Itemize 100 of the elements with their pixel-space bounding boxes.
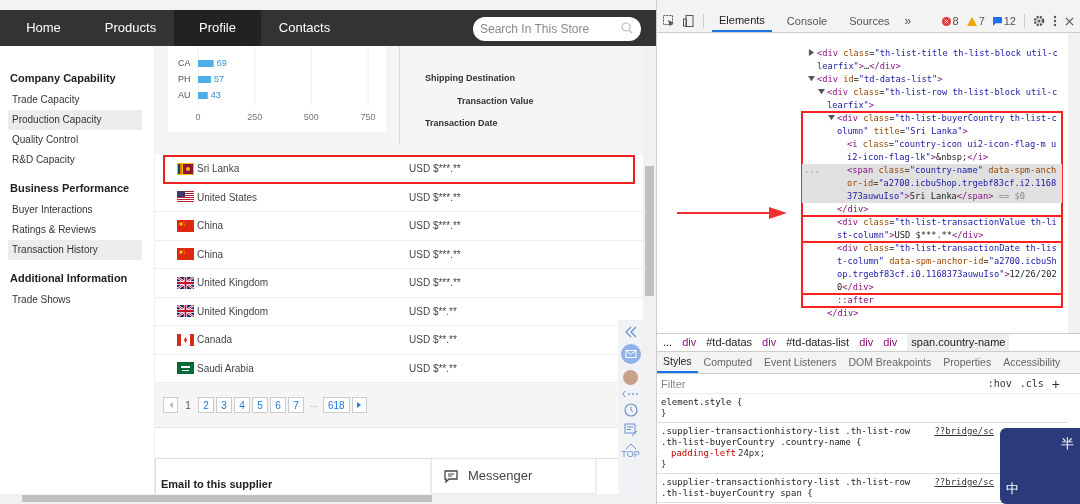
dom-node-line[interactable]: <div class="th-list-transactionDate th-list-column" data-spm-anchor-id="a2700.icbuShop.trgebf83cf.i0.1168373auwuIso">12/26/2020</div> (837, 242, 1062, 294)
sidebar-item[interactable]: Trade Shows (8, 290, 142, 310)
devtools-tab[interactable]: Console (779, 10, 835, 32)
page-button[interactable]: 2 (198, 397, 214, 413)
closing-brace: } (661, 459, 667, 470)
hov-button[interactable]: :hov (983, 376, 1016, 391)
sidebar-item[interactable]: Trade Capacity (8, 90, 142, 110)
breadcrumb[interactable]: div (859, 334, 874, 351)
country-name: Sri Lanka (197, 162, 241, 177)
transaction-value: USD $***.** (409, 247, 461, 262)
y-tick-label: PH (178, 74, 191, 84)
dom-node-line[interactable]: ::after (837, 294, 877, 307)
devtools-tab[interactable]: Elements (712, 10, 772, 32)
country-name: United Kingdom (197, 276, 270, 291)
transaction-value: USD $**.** (409, 333, 457, 348)
breadcrumb[interactable]: span.country-name (907, 334, 1010, 351)
breadcrumb[interactable]: div (682, 334, 697, 351)
sidebar-heading: Business Performance (9, 181, 131, 196)
css-selector: .supplier-transactionhistory-list .th-list-row .th-list-buyerCountry span { (661, 477, 912, 499)
closing-brace: } (661, 408, 667, 419)
styles-tab[interactable]: Event Listeners (758, 352, 843, 373)
breadcrumb[interactable]: div (883, 334, 898, 351)
css-value: 24px; (738, 448, 766, 458)
more-tabs-button[interactable]: » (904, 12, 912, 30)
ime-mode-label: 半 (1061, 435, 1074, 453)
column-header: Transaction Value (456, 94, 535, 108)
sidebar-item[interactable]: R&D Capacity (8, 150, 142, 170)
new-rule-button[interactable]: + (1047, 376, 1064, 391)
x-tick-label: 750 (360, 112, 376, 122)
source-link[interactable]: ??bridge/sc (934, 426, 994, 448)
sidebar-item[interactable]: Quality Control (8, 130, 142, 150)
dom-node-line[interactable]: <div class="th-list-row th-list-block util-clearfix"> (827, 86, 1062, 112)
country-name: China (197, 219, 225, 234)
styles-tab[interactable]: Properties (937, 352, 998, 373)
ime-mode-label: 中 (1006, 479, 1019, 498)
country-name: Canada (197, 333, 234, 348)
transaction-value: USD $***.** (409, 162, 461, 177)
page-button[interactable]: 1 (180, 397, 196, 413)
country-name: United States (197, 190, 259, 205)
nav-tab[interactable]: Home (0, 10, 87, 46)
dom-node-line[interactable]: <div class="th-list-buyerCountry th-list-column" title="Sri Lanka"> (837, 112, 1062, 138)
x-tick-label: 250 (247, 112, 263, 122)
nav-tab[interactable]: Contacts (261, 10, 348, 46)
breadcrumb[interactable]: #td-datas-list (786, 334, 850, 351)
page-ellipsis: ... (308, 398, 319, 412)
dom-node-line[interactable]: <div class="th-list-transactionValue th-list-column">USD $***.**</div> (837, 216, 1062, 242)
styles-tab[interactable]: DOM Breakpoints (842, 352, 938, 373)
page-button[interactable]: 3 (216, 397, 232, 413)
country-name: China (197, 247, 225, 262)
transaction-value: USD $***.** (409, 219, 461, 234)
x-tick-label: 0 (195, 112, 201, 122)
warning-count: 7 (978, 13, 985, 29)
messenger-button[interactable]: Messenger (431, 458, 596, 494)
bar-chart: 0 250 500 750 CA 69 PH 57 AU 43 (168, 46, 386, 132)
search-field[interactable]: Search In This Store (473, 16, 641, 41)
cls-button[interactable]: .cls (1015, 376, 1048, 391)
x-tick-label: 500 (303, 112, 319, 122)
transaction-value: USD $***.** (409, 190, 461, 205)
data-label: 69 (216, 58, 227, 68)
styles-tab[interactable]: Computed (697, 352, 759, 373)
data-label: 57 (213, 74, 224, 84)
page-button[interactable]: 6 (270, 397, 286, 413)
nav-tab[interactable]: Profile (174, 10, 261, 46)
sidebar-item[interactable]: Ratings & Reviews (8, 220, 142, 240)
transaction-value: USD $**.** (409, 304, 457, 319)
filter-field[interactable]: Filter (657, 374, 984, 393)
devtools-tab[interactable]: Sources (842, 10, 897, 32)
message-count: 12 (1003, 13, 1016, 29)
column-header: Shipping Destination (425, 72, 516, 85)
page-button[interactable]: 618 (323, 397, 350, 413)
dom-node-line[interactable]: <div class="th-list-title th-list-block util-clearfix">…</div> (817, 47, 1062, 73)
column-header: Transaction Date (425, 117, 499, 130)
transaction-value: USD $***.** (409, 276, 461, 291)
dom-node-line[interactable]: <div id="td-datas-list"> (817, 73, 946, 86)
sidebar-item[interactable]: Transaction History (8, 240, 142, 260)
breadcrumb[interactable]: div (762, 334, 777, 351)
css-selector: element.style { (661, 397, 743, 408)
styles-tab[interactable]: Accessibility (997, 352, 1067, 373)
css-property: padding-left (671, 448, 737, 458)
country-name: Saudi Arabia (197, 361, 255, 376)
dom-node-line[interactable]: <i class="country-icon ui2-icon-flag-m ui2-icon-flag-lk">&nbsp;</i> (847, 138, 1062, 164)
source-link[interactable]: ??bridge/sc (934, 477, 994, 499)
page-button[interactable]: 4 (234, 397, 250, 413)
sidebar-item[interactable]: Buyer Interactions (8, 200, 142, 220)
gutter-dots: ... (804, 164, 820, 177)
page-button[interactable]: 5 (252, 397, 268, 413)
y-tick-label: AU (178, 90, 191, 100)
breadcrumb[interactable]: ... (663, 334, 673, 351)
breadcrumb[interactable]: #td-datas (706, 334, 753, 351)
data-label: 43 (210, 90, 221, 100)
nav-tab[interactable]: Products (87, 10, 174, 46)
sidebar-heading: Company Capability (9, 71, 117, 86)
closing-tag: </div> (837, 204, 869, 214)
page-button[interactable]: 7 (288, 397, 304, 413)
email-card-title: Email to this supplier (161, 478, 273, 490)
error-count: 8 (952, 13, 959, 29)
dom-node-line[interactable]: <span class="country-name" data-spm-anchor-id="a2700.icbuShop.trgebf83cf.i2.1168373auwuIso">Sri Lanka</span> == $0 (847, 164, 1062, 203)
transaction-value: USD $**.** (409, 361, 457, 376)
closing-tag: </div> (827, 308, 859, 318)
sidebar-item[interactable]: Production Capacity (8, 110, 142, 130)
